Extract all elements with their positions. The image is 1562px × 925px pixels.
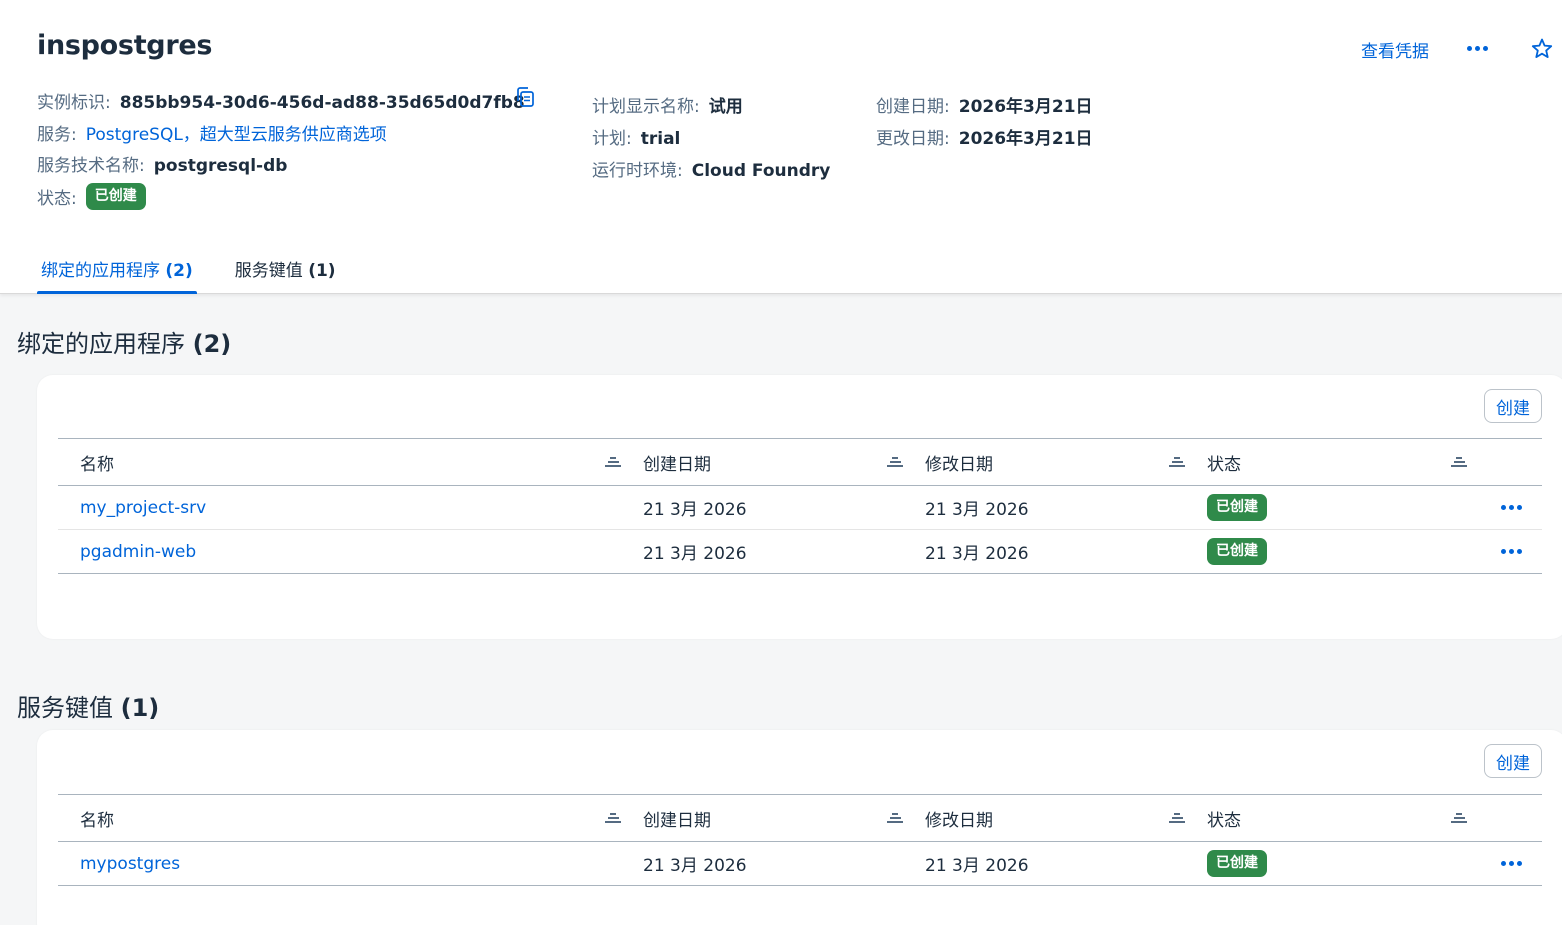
favorite-star-icon[interactable] xyxy=(1530,37,1554,61)
column-header-status[interactable]: 状态 xyxy=(1207,439,1241,485)
created-cell: 21 3月 2026 xyxy=(643,500,747,520)
sort-icon[interactable] xyxy=(605,813,621,825)
created-date-field: 创建日期: 2026年3月21日 xyxy=(876,92,1093,117)
table-row[interactable]: mypostgres 21 3月 2026 21 3月 2026 已创建 xyxy=(58,842,1542,886)
create-binding-button[interactable]: 创建 xyxy=(1484,389,1542,423)
column-header-name[interactable]: 名称 xyxy=(80,439,114,485)
create-service-key-button[interactable]: 创建 xyxy=(1484,744,1542,778)
status-cell: 已创建 xyxy=(1207,842,1267,885)
row-actions-icon[interactable] xyxy=(1501,505,1522,510)
status-badge: 已创建 xyxy=(1207,850,1267,877)
runtime-label: 运行时环境: xyxy=(592,161,683,181)
copy-icon[interactable] xyxy=(515,86,537,108)
created-date-value: 2026年3月21日 xyxy=(958,97,1093,117)
plan-value: trial xyxy=(640,129,681,149)
section-title-text: 服务键值 xyxy=(17,694,113,722)
section-title-count: (1) xyxy=(120,694,160,722)
status-badge: 已创建 xyxy=(85,183,146,210)
instance-id-field: 实例标识: 885bb954-30d6-456d-ad88-35d65d0d7f… xyxy=(37,88,525,113)
status-badge: 已创建 xyxy=(1207,538,1267,565)
tab-bound-apps[interactable]: 绑定的应用程序 (2) xyxy=(37,248,197,294)
created-date-label: 创建日期: xyxy=(876,97,950,117)
sort-icon[interactable] xyxy=(1169,457,1185,469)
bound-apps-table: 名称 创建日期 修改日期 状态 my_project-srv 21 3月 202… xyxy=(58,438,1542,574)
modified-date-field: 更改日期: 2026年3月21日 xyxy=(876,124,1093,149)
sort-icon[interactable] xyxy=(1451,813,1467,825)
section-title-text: 绑定的应用程序 xyxy=(17,330,185,358)
sort-icon[interactable] xyxy=(605,457,621,469)
more-actions-icon[interactable] xyxy=(1467,46,1488,51)
instance-id-value: 885bb954-30d6-456d-ad88-35d65d0d7fb8 xyxy=(119,93,525,113)
modified-date-label: 更改日期: xyxy=(876,129,950,149)
table-row[interactable]: pgadmin-web 21 3月 2026 21 3月 2026 已创建 xyxy=(58,530,1542,574)
tech-name-value: postgresql-db xyxy=(153,156,288,176)
modified-cell: 21 3月 2026 xyxy=(925,500,1029,520)
column-header-name[interactable]: 名称 xyxy=(80,795,114,841)
column-header-created[interactable]: 创建日期 xyxy=(643,439,711,485)
sort-icon[interactable] xyxy=(1169,813,1185,825)
view-credentials-button[interactable]: 查看凭据 xyxy=(1361,37,1429,62)
tech-name-label: 服务技术名称: xyxy=(37,156,145,176)
tab-count: (1) xyxy=(308,261,336,281)
sort-icon[interactable] xyxy=(1451,457,1467,469)
status-cell: 已创建 xyxy=(1207,530,1267,573)
service-label: 服务: xyxy=(37,125,77,145)
tech-name-field: 服务技术名称: postgresql-db xyxy=(37,151,287,176)
column-header-status[interactable]: 状态 xyxy=(1207,795,1241,841)
status-badge: 已创建 xyxy=(1207,494,1267,521)
app-name-link[interactable]: my_project-srv xyxy=(80,486,206,529)
row-actions-icon[interactable] xyxy=(1501,549,1522,554)
service-link[interactable]: PostgreSQL，超大型云服务供应商选项 xyxy=(86,120,387,145)
page-title: inspostgres xyxy=(37,30,213,61)
service-key-name-link[interactable]: mypostgres xyxy=(80,842,180,885)
service-field: 服务: PostgreSQL，超大型云服务供应商选项 xyxy=(37,120,387,145)
row-actions-icon[interactable] xyxy=(1501,861,1522,866)
column-header-modified[interactable]: 修改日期 xyxy=(925,439,993,485)
plan-display-value: 试用 xyxy=(708,97,743,117)
bound-apps-card: 创建 名称 创建日期 修改日期 状态 my_project-srv 21 3月 … xyxy=(37,375,1562,639)
section-title-count: (2) xyxy=(192,330,232,358)
column-header-modified[interactable]: 修改日期 xyxy=(925,795,993,841)
object-page-header: inspostgres 查看凭据 实例标识: 885bb954-30d6-456… xyxy=(0,0,1562,294)
service-keys-title: 服务键值 (1) xyxy=(17,688,159,723)
service-keys-table: 名称 创建日期 修改日期 状态 mypostgres 21 3月 2026 21… xyxy=(58,794,1542,886)
runtime-field: 运行时环境: Cloud Foundry xyxy=(592,156,830,181)
instance-id-label: 实例标识: xyxy=(37,93,111,113)
plan-label: 计划: xyxy=(592,129,632,149)
plan-field: 计划: trial xyxy=(592,124,680,149)
tab-service-keys[interactable]: 服务键值 (1) xyxy=(231,248,340,294)
sort-icon[interactable] xyxy=(887,457,903,469)
service-keys-card: 创建 名称 创建日期 修改日期 状态 mypostgres 21 3月 2026… xyxy=(37,730,1562,925)
status-cell: 已创建 xyxy=(1207,486,1267,529)
tab-label: 服务键值 xyxy=(234,261,303,281)
tab-label: 绑定的应用程序 xyxy=(41,261,160,281)
plan-display-field: 计划显示名称: 试用 xyxy=(592,92,743,117)
modified-date-value: 2026年3月21日 xyxy=(958,129,1093,149)
plan-display-label: 计划显示名称: xyxy=(592,97,700,117)
table-header: 名称 创建日期 修改日期 状态 xyxy=(58,438,1542,486)
tab-bar: 绑定的应用程序 (2) 服务键值 (1) xyxy=(37,248,374,294)
column-header-created[interactable]: 创建日期 xyxy=(643,795,711,841)
bound-apps-title: 绑定的应用程序 (2) xyxy=(17,324,231,359)
sort-icon[interactable] xyxy=(887,813,903,825)
tab-count: (2) xyxy=(165,261,193,281)
table-row[interactable]: my_project-srv 21 3月 2026 21 3月 2026 已创建 xyxy=(58,486,1542,530)
created-cell: 21 3月 2026 xyxy=(643,856,747,876)
status-field: 状态: 已创建 xyxy=(37,183,146,210)
app-name-link[interactable]: pgadmin-web xyxy=(80,530,196,573)
table-header: 名称 创建日期 修改日期 状态 xyxy=(58,794,1542,842)
status-label: 状态: xyxy=(37,188,77,209)
created-cell: 21 3月 2026 xyxy=(643,544,747,564)
modified-cell: 21 3月 2026 xyxy=(925,544,1029,564)
runtime-value: Cloud Foundry xyxy=(691,161,831,181)
modified-cell: 21 3月 2026 xyxy=(925,856,1029,876)
